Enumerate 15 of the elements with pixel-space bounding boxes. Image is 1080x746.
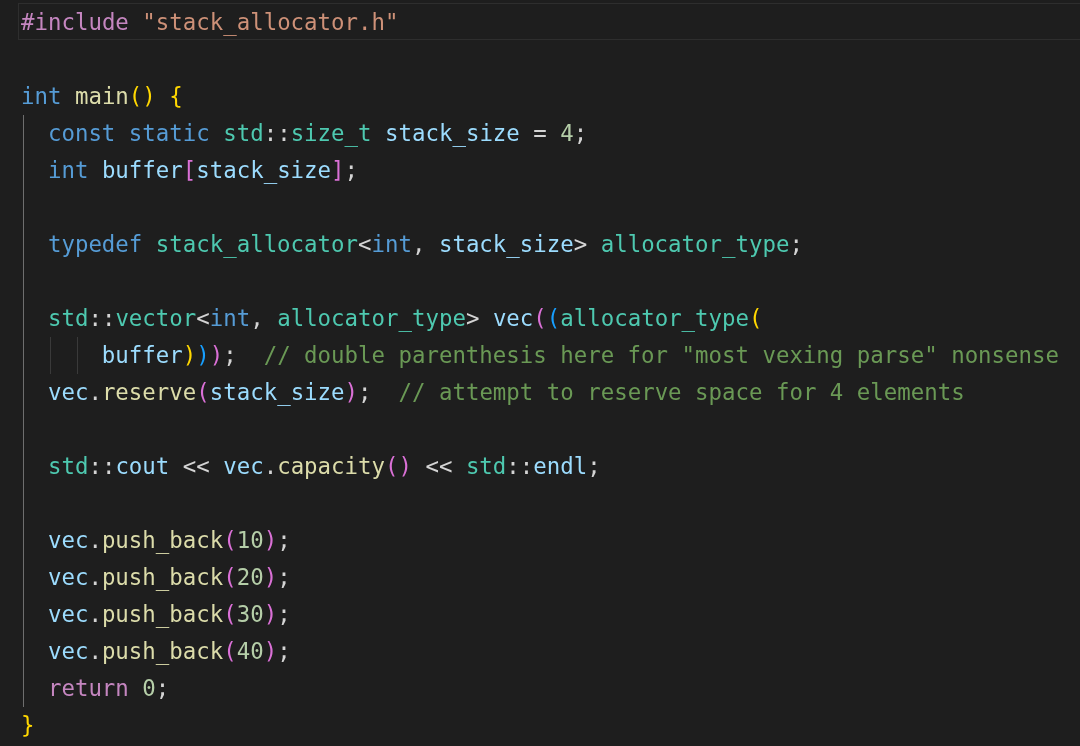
- code-line: vec.push_back(30);: [47, 600, 291, 630]
- code-line: vec.push_back(40);: [47, 637, 291, 667]
- code-line: typedef stack_allocator<int, stack_size> allocator_type;: [47, 230, 803, 260]
- code-line: int buffer[stack_size];: [47, 156, 359, 186]
- code-line: vec.push_back(10);: [47, 526, 291, 556]
- code-line: const static std::size_t stack_size = 4;: [47, 119, 588, 149]
- code-line: std::cout << vec.capacity() << std::endl;: [47, 452, 601, 481]
- code-line: #include "stack_allocator.h": [21, 8, 399, 38]
- code-line: vec.reserve(stack_size); // attempt to reserve space for 4 elements: [47, 378, 965, 408]
- code-line: }: [21, 711, 35, 740]
- code-line: buffer))); // double parenthesis here for "most vexing parse" nonsense: [101, 341, 1059, 370]
- code-line: return 0;: [47, 674, 170, 703]
- code-line: vec.push_back(20);: [47, 563, 291, 593]
- code-line: int main() {: [21, 82, 183, 111]
- code-line: std::vector<int, allocator_type> vec((allocator_type(: [47, 304, 763, 334]
